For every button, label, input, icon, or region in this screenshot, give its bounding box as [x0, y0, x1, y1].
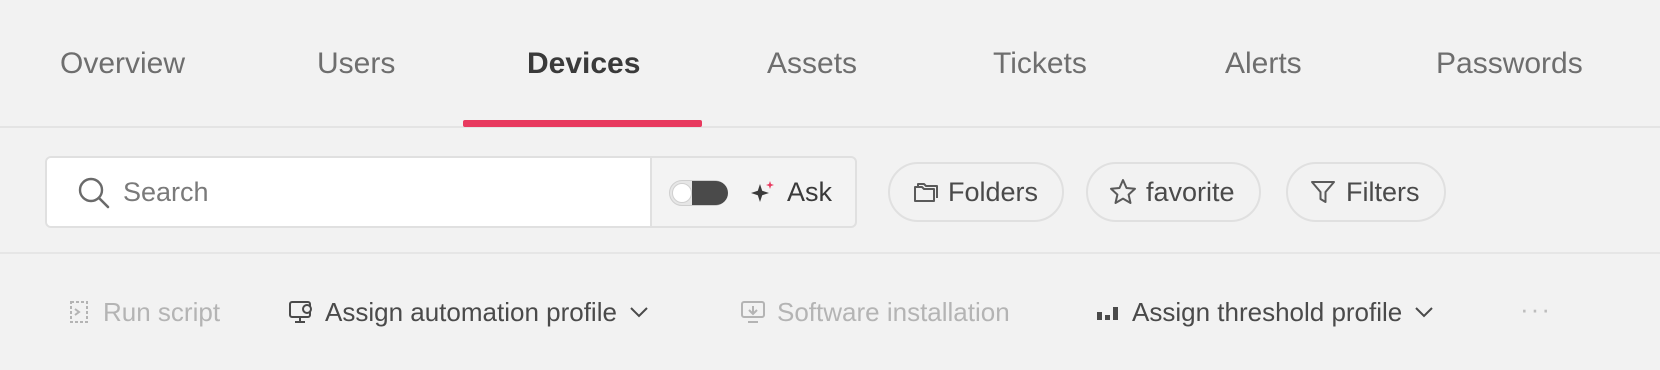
assign-threshold-profile-button[interactable]: Assign threshold profile — [1094, 292, 1436, 332]
folders-button[interactable]: Folders — [888, 162, 1065, 222]
folders-label: Folders — [948, 176, 1039, 207]
software-installation-button[interactable]: Software installation — [739, 292, 1010, 332]
tab-users[interactable]: Users — [317, 44, 395, 84]
favorite-label: favorite — [1146, 176, 1235, 207]
search-toolbar: Ask Folders favorite Filters — [0, 128, 1660, 254]
ask-label[interactable]: Ask — [787, 174, 832, 210]
star-icon — [1110, 179, 1136, 204]
tab-devices[interactable]: Devices — [527, 44, 640, 84]
filters-button[interactable]: Filters — [1286, 162, 1446, 222]
folders-icon — [914, 183, 938, 202]
software-install-icon — [741, 301, 765, 323]
software-installation-label: Software installation — [777, 296, 1010, 327]
tab-passwords[interactable]: Passwords — [1436, 44, 1583, 84]
tab-assets[interactable]: Assets — [767, 44, 857, 84]
filter-icon — [1311, 181, 1335, 203]
chevron-down-icon — [630, 307, 648, 318]
sparkle-icon — [751, 181, 774, 202]
active-tab-indicator — [463, 120, 702, 127]
search-input[interactable] — [123, 170, 623, 214]
more-actions-button[interactable]: ··· — [1520, 294, 1552, 325]
search-icon — [78, 177, 110, 209]
bulk-actions-bar: Run script Assign automation profile Sof… — [0, 256, 1660, 370]
threshold-icon — [1097, 307, 1118, 320]
assign-threshold-profile-label: Assign threshold profile — [1132, 296, 1403, 327]
chevron-down-icon — [1415, 307, 1433, 318]
filters-label: Filters — [1346, 176, 1420, 207]
main-tabs: Overview Users Devices Assets Tickets Al… — [0, 0, 1660, 128]
run-script-label: Run script — [103, 296, 221, 327]
ask-toggle-knob — [672, 183, 692, 203]
favorite-button[interactable]: favorite — [1086, 162, 1261, 222]
tab-overview[interactable]: Overview — [60, 44, 185, 84]
search-box[interactable] — [47, 158, 652, 226]
assign-automation-profile-label: Assign automation profile — [325, 296, 617, 327]
run-script-icon — [70, 301, 88, 323]
tab-alerts[interactable]: Alerts — [1225, 44, 1302, 84]
search-group: Ask — [45, 156, 857, 228]
assign-automation-profile-button[interactable]: Assign automation profile — [287, 292, 651, 332]
run-script-button[interactable]: Run script — [65, 292, 220, 332]
ask-toggle[interactable] — [669, 180, 728, 206]
tab-tickets[interactable]: Tickets — [993, 44, 1087, 84]
monitor-gear-icon — [289, 301, 312, 323]
ask-toggle-track — [692, 181, 728, 205]
